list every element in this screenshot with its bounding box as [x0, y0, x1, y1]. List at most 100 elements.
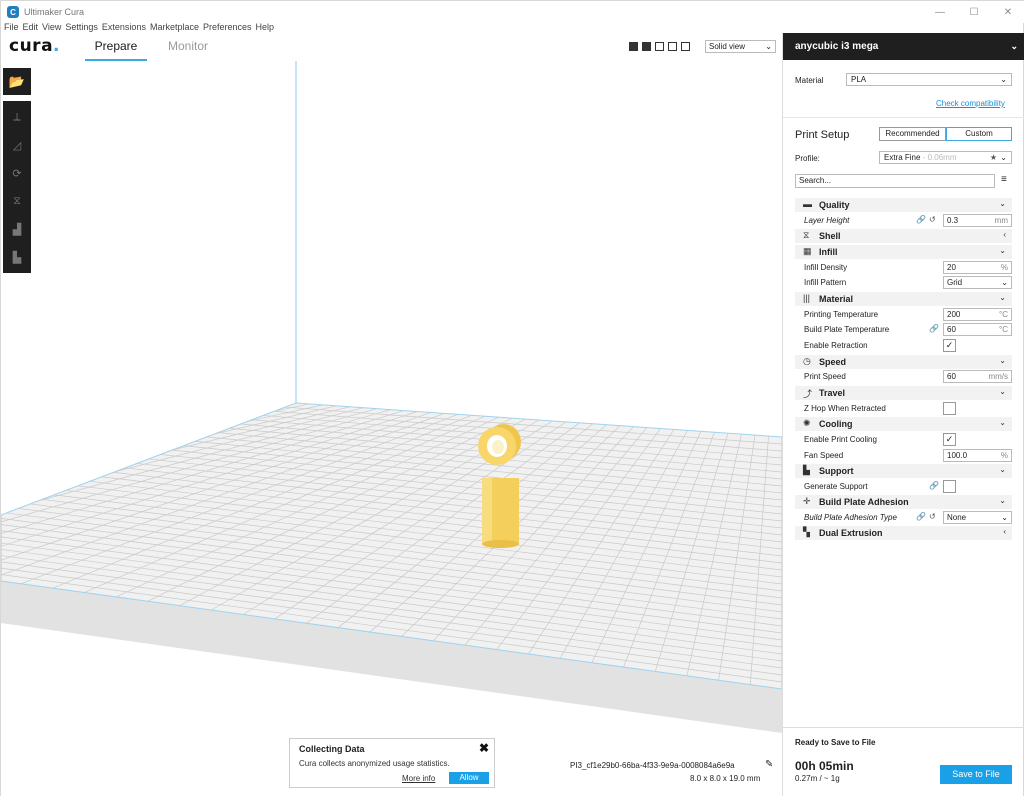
- settings-search-input[interactable]: Search...: [795, 174, 995, 188]
- setting-printing-temperature: Printing Temperature 200 °C: [795, 308, 1012, 322]
- maximize-button[interactable]: ☐: [957, 1, 991, 23]
- material-value: PLA: [851, 75, 867, 84]
- close-window-button[interactable]: ✕: [991, 1, 1024, 23]
- category-label: Infill: [819, 247, 838, 257]
- menu-marketplace[interactable]: Marketplace: [150, 21, 199, 33]
- reset-icon[interactable]: ↺: [929, 512, 936, 521]
- setting-label: Build Plate Adhesion Type: [804, 513, 897, 522]
- setting-value: 20: [947, 263, 956, 272]
- infill-pattern-select[interactable]: Grid ⌄: [943, 276, 1012, 289]
- category-speed[interactable]: ◷ Speed ⌄: [795, 355, 1012, 369]
- category-travel[interactable]: ⤴ Travel ⌄: [795, 386, 1012, 400]
- print-speed-input[interactable]: 60 mm/s: [943, 370, 1012, 383]
- support-blocker-button[interactable]: ▙: [3, 243, 31, 271]
- more-info-link[interactable]: More info: [402, 774, 435, 783]
- category-material[interactable]: ||| Material ⌄: [795, 292, 1012, 306]
- menu-edit[interactable]: Edit: [23, 21, 39, 33]
- allow-button[interactable]: Allow: [449, 772, 489, 784]
- build-plate-temperature-input[interactable]: 60 °C: [943, 323, 1012, 336]
- speed-icon: ◷: [803, 356, 811, 366]
- setting-fan-speed: Fan Speed 100.0 %: [795, 449, 1012, 463]
- setting-unit: %: [1000, 451, 1008, 460]
- per-model-settings-button[interactable]: ▟: [3, 215, 31, 243]
- view-mode-value: Solid view: [709, 42, 746, 51]
- category-infill[interactable]: ▦ Infill ⌄: [795, 245, 1012, 259]
- view-top-icon[interactable]: [655, 42, 664, 51]
- setting-build-plate-adhesion-type: Build Plate Adhesion Type 🔗 ↺ None ⌄: [795, 511, 1012, 525]
- enable-retraction-checkbox[interactable]: ✓: [943, 339, 956, 352]
- generate-support-checkbox[interactable]: [943, 480, 956, 493]
- chevron-left-icon: ‹: [1003, 527, 1006, 536]
- category-cooling[interactable]: ✺ Cooling ⌄: [795, 417, 1012, 431]
- link-icon[interactable]: 🔗: [916, 512, 926, 521]
- reset-icon[interactable]: ↺: [929, 215, 936, 224]
- edit-job-name-icon[interactable]: ✎: [765, 759, 773, 770]
- tab-prepare[interactable]: Prepare: [85, 39, 147, 61]
- z-hop-checkbox[interactable]: [943, 402, 956, 415]
- model-object: [478, 424, 521, 548]
- chevron-down-icon: ⌄: [1000, 75, 1007, 84]
- category-build-plate-adhesion[interactable]: ✛ Build Plate Adhesion ⌄: [795, 495, 1012, 509]
- view-right-icon[interactable]: [681, 42, 690, 51]
- setting-label: Generate Support: [804, 482, 868, 491]
- setting-layer-height: Layer Height 🔗 ↺ 0.3 mm: [795, 214, 1012, 228]
- material-select[interactable]: PLA ⌄: [846, 73, 1012, 86]
- profile-value: Extra Fine: [884, 153, 921, 162]
- open-file-button[interactable]: 📂: [3, 68, 31, 95]
- setting-label: Layer Height: [804, 216, 850, 225]
- tab-monitor[interactable]: Monitor: [168, 39, 208, 61]
- check-compatibility-link[interactable]: Check compatibility: [936, 99, 1005, 108]
- category-shell[interactable]: ⧖ Shell ‹: [795, 229, 1012, 243]
- model-dimensions: 8.0 x 8.0 x 19.0 mm: [690, 774, 761, 783]
- material-usage: 0.27m / ~ 1g: [795, 774, 840, 783]
- move-tool-button[interactable]: ⟂: [3, 103, 31, 131]
- setting-print-speed: Print Speed 60 mm/s: [795, 370, 1012, 384]
- custom-mode-button[interactable]: Custom: [946, 127, 1012, 141]
- infill-density-input[interactable]: 20 %: [943, 261, 1012, 274]
- menu-help[interactable]: Help: [256, 21, 275, 33]
- profile-select[interactable]: Extra Fine - 0.06mm ★ ⌄: [879, 151, 1012, 164]
- chevron-down-icon: ⌄: [1000, 153, 1007, 162]
- category-quality[interactable]: ▬ Quality ⌄: [795, 198, 1012, 212]
- build-volume-viewport[interactable]: [1, 33, 782, 796]
- view-mode-select[interactable]: Solid view ⌄: [705, 40, 776, 53]
- category-support[interactable]: ▙ Support ⌄: [795, 464, 1012, 478]
- view-front-icon[interactable]: [642, 42, 651, 51]
- rotate-tool-button[interactable]: ⟳: [3, 159, 31, 187]
- print-time: 00h 05min: [795, 759, 854, 773]
- menu-preferences[interactable]: Preferences: [203, 21, 252, 33]
- menu-view[interactable]: View: [42, 21, 61, 33]
- recommended-mode-button[interactable]: Recommended: [879, 127, 946, 141]
- view-3d-icon[interactable]: [629, 42, 638, 51]
- printing-temperature-input[interactable]: 200 °C: [943, 308, 1012, 321]
- category-label: Build Plate Adhesion: [819, 497, 909, 507]
- machine-selector[interactable]: anycubic i3 mega ⌄: [783, 33, 1024, 60]
- scale-tool-button[interactable]: ◿: [3, 131, 31, 159]
- cura-window: C Ultimaker Cura — ☐ ✕ File Edit View Se…: [0, 0, 1024, 796]
- link-icon[interactable]: 🔗: [929, 324, 939, 333]
- close-icon[interactable]: ✖: [479, 741, 489, 755]
- menu-extensions[interactable]: Extensions: [102, 21, 146, 33]
- setting-z-hop: Z Hop When Retracted: [795, 402, 1012, 416]
- print-settings-sidebar: anycubic i3 mega ⌄ Material PLA ⌄ Check …: [782, 33, 1024, 796]
- mirror-tool-button[interactable]: ⧖: [3, 187, 31, 215]
- setting-unit: %: [1000, 263, 1008, 272]
- ready-status: Ready to Save to File: [795, 738, 876, 747]
- machine-name: anycubic i3 mega: [795, 41, 879, 52]
- window-title: Ultimaker Cura: [24, 7, 85, 17]
- adhesion-type-select[interactable]: None ⌄: [943, 511, 1012, 524]
- save-to-file-button[interactable]: Save to File: [940, 765, 1012, 784]
- chevron-left-icon: ‹: [1003, 230, 1006, 239]
- chevron-down-icon: ⌄: [999, 496, 1006, 505]
- category-dual-extrusion[interactable]: ▚ Dual Extrusion ‹: [795, 526, 1012, 540]
- menu-settings[interactable]: Settings: [65, 21, 98, 33]
- fan-speed-input[interactable]: 100.0 %: [943, 449, 1012, 462]
- link-icon[interactable]: 🔗: [929, 481, 939, 490]
- menu-file[interactable]: File: [4, 21, 19, 33]
- layer-height-input[interactable]: 0.3 mm: [943, 214, 1012, 227]
- link-icon[interactable]: 🔗: [916, 215, 926, 224]
- view-left-icon[interactable]: [668, 42, 677, 51]
- settings-visibility-menu-icon[interactable]: ≡: [1001, 174, 1007, 185]
- minimize-button[interactable]: —: [923, 1, 957, 23]
- enable-print-cooling-checkbox[interactable]: ✓: [943, 433, 956, 446]
